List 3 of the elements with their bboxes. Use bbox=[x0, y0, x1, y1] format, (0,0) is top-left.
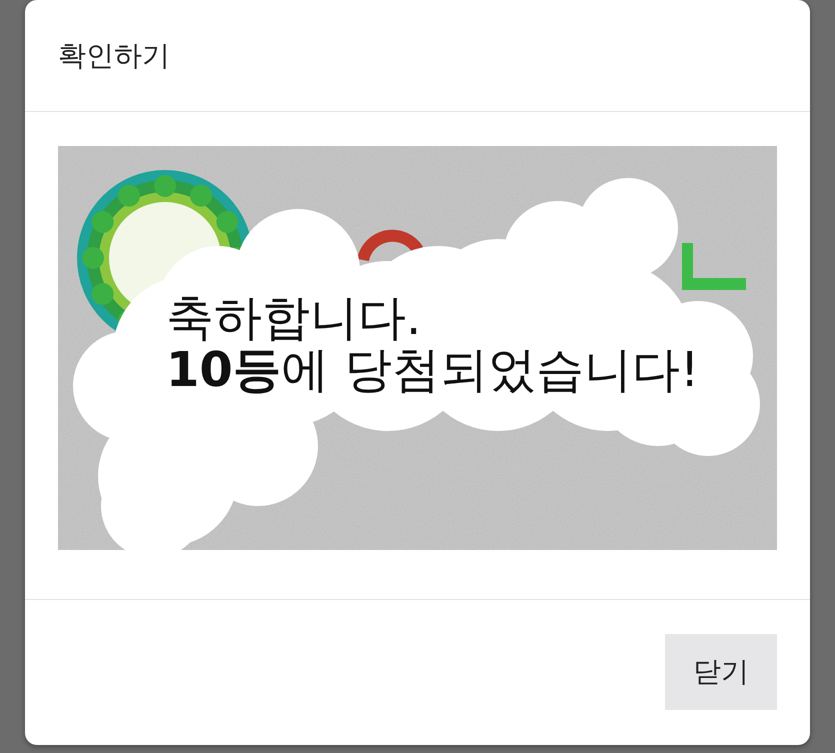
scratch-result-message: 축하합니다. 10등에 당첨되었습니다! bbox=[166, 292, 700, 396]
close-button[interactable]: 닫기 bbox=[665, 634, 777, 710]
dialog-title: 확인하기 bbox=[58, 38, 170, 74]
